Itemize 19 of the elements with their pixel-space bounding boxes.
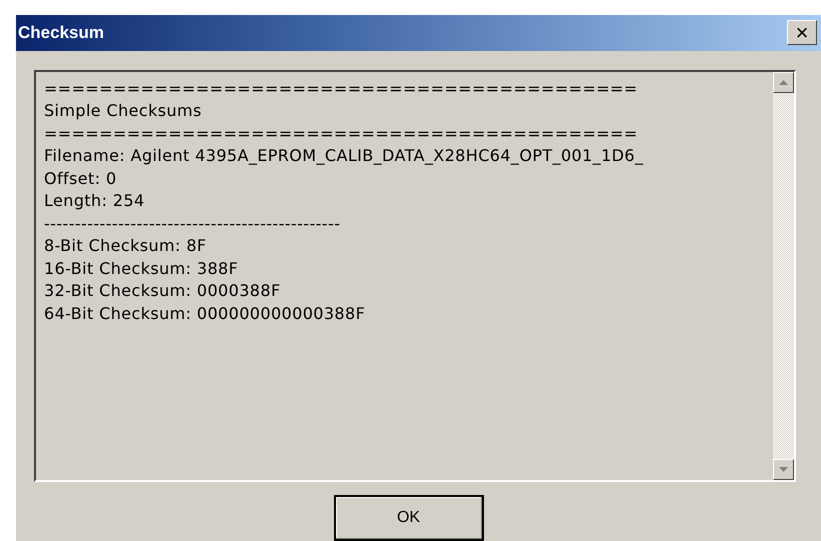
down-arrow-icon [779, 467, 788, 472]
output-line: Offset: 0 [44, 168, 118, 190]
up-arrow-icon [779, 80, 788, 85]
vertical-scrollbar[interactable] [773, 72, 794, 480]
output-line: 64-Bit Checksum: 000000000000388F [44, 302, 366, 325]
output-line: =========================================== [44, 78, 639, 100]
ok-button[interactable]: OK [334, 495, 484, 541]
output-line: 32-Bit Checksum: 0000388F [44, 280, 282, 302]
scroll-down-button[interactable] [773, 459, 794, 480]
scroll-up-button[interactable] [773, 72, 794, 93]
output-line: Length: 254 [44, 190, 146, 212]
output-line: =========================================== [44, 122, 639, 145]
window-title: Checksum [18, 22, 104, 44]
output-line: Filename: Agilent 4395A_EPROM_CALIB_DATA_X28HC64_OPT_001_1D6_ [44, 145, 644, 168]
output-line: ------------------------------------------------ [44, 212, 342, 235]
close-button[interactable]: × [787, 20, 817, 46]
output-line: 16-Bit Checksum: 388F [44, 258, 240, 280]
output-line: Simple Checksums [44, 100, 203, 122]
output-line: 8-Bit Checksum: 8F [44, 235, 208, 258]
